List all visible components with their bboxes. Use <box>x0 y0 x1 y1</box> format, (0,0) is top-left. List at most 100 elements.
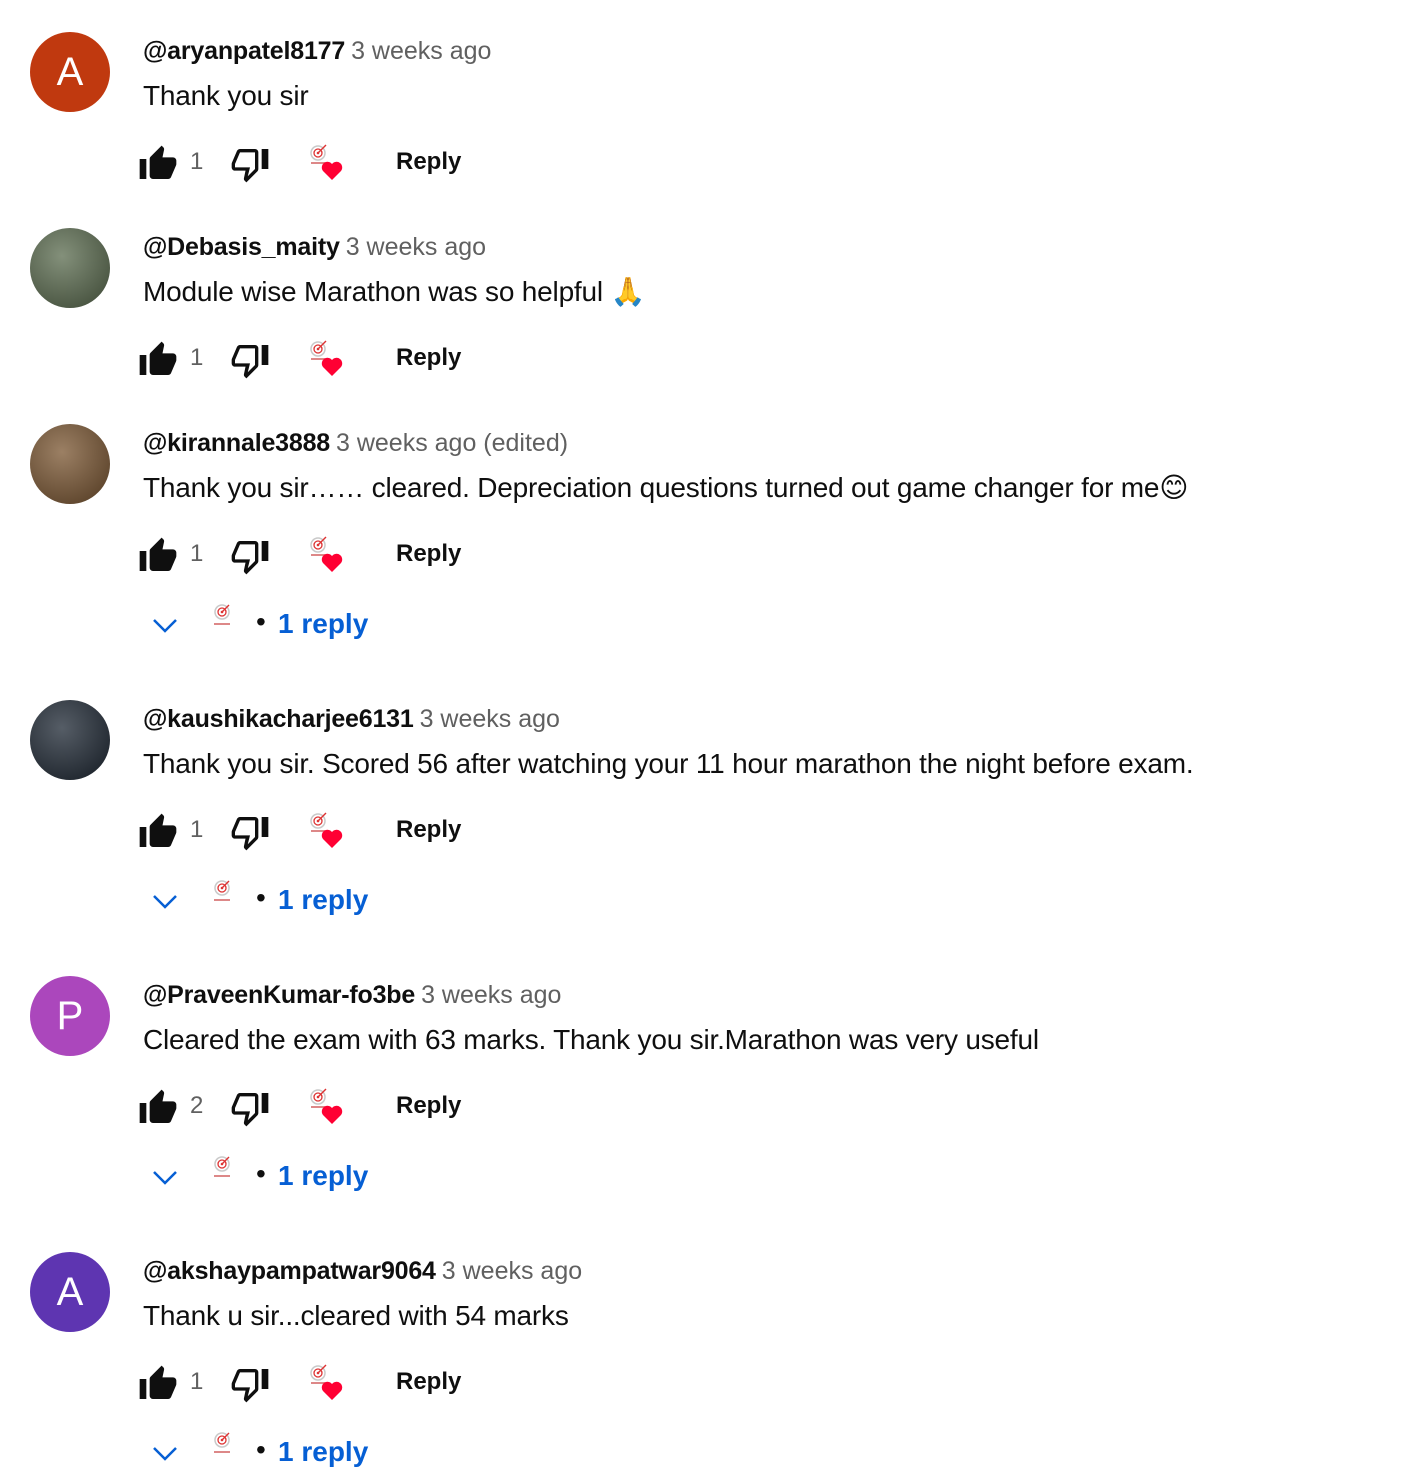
thumbs-up-icon <box>139 1365 177 1399</box>
comment-text: Cleared the exam with 63 marks. Thank yo… <box>143 1024 1039 1055</box>
like-count: 1 <box>190 1368 204 1395</box>
dislike-button[interactable] <box>230 1088 270 1128</box>
avatar[interactable]: P <box>30 976 110 1056</box>
creator-heart-badge <box>306 534 350 578</box>
avatar[interactable] <box>30 424 110 504</box>
chevron-down-icon[interactable] <box>150 886 180 916</box>
thumbs-down-icon <box>231 1093 269 1127</box>
creator-heart-badge <box>306 338 350 382</box>
creator-avatar-icon <box>214 1156 230 1177</box>
reply-count-link[interactable]: 1 reply <box>278 1436 368 1468</box>
avatar[interactable]: A <box>30 32 110 112</box>
thumbs-up-icon <box>139 537 177 571</box>
creator-avatar-icon <box>214 1432 230 1453</box>
comment-time[interactable]: 3 weeks ago (edited) <box>336 429 568 457</box>
comment-time[interactable]: 3 weeks ago <box>346 233 486 261</box>
view-replies-row[interactable]: • 1 reply <box>150 1428 450 1476</box>
reply-button[interactable]: Reply <box>396 816 461 844</box>
thumbs-up-icon <box>139 1089 177 1123</box>
comment-time[interactable]: 3 weeks ago <box>421 981 561 1009</box>
comment-author[interactable]: @Debasis_maity <box>143 233 340 261</box>
comment-author[interactable]: @akshaypampatwar9064 <box>143 1257 436 1285</box>
comment-text: Thank u sir...cleared with 54 marks <box>143 1300 569 1331</box>
like-button[interactable] <box>138 1364 178 1404</box>
like-button[interactable] <box>138 812 178 852</box>
like-button[interactable] <box>138 144 178 184</box>
creator-heart-badge <box>306 810 350 854</box>
comment-header: @Debasis_maity 3 weeks ago <box>143 232 486 262</box>
reply-button[interactable]: Reply <box>396 148 461 176</box>
like-button[interactable] <box>138 1088 178 1128</box>
creator-heart-icon <box>310 340 343 376</box>
like-button[interactable] <box>138 536 178 576</box>
separator-dot: • <box>256 882 266 913</box>
comment-action-bar: 1 Reply <box>138 140 538 188</box>
thumbs-down-icon <box>231 149 269 183</box>
avatar[interactable] <box>30 228 110 308</box>
comment-time[interactable]: 3 weeks ago <box>351 37 491 65</box>
dislike-button[interactable] <box>230 1364 270 1404</box>
thumbs-up-icon <box>139 145 177 179</box>
comment-action-bar: 1 Reply <box>138 336 538 384</box>
comment-author[interactable]: @kirannale3888 <box>143 429 330 457</box>
view-replies-row[interactable]: • 1 reply <box>150 876 450 924</box>
creator-heart-icon <box>310 1364 343 1400</box>
comment-text: Thank you sir…… cleared. Depreciation qu… <box>143 472 1189 503</box>
creator-heart-icon <box>310 144 343 180</box>
separator-dot: • <box>256 1158 266 1189</box>
comment-action-bar: 1 Reply <box>138 1360 538 1408</box>
reply-count-link[interactable]: 1 reply <box>278 1160 368 1192</box>
like-button[interactable] <box>138 340 178 380</box>
comment-author[interactable]: @PraveenKumar-fo3be <box>143 981 415 1009</box>
comment-header: @kaushikacharjee6131 3 weeks ago <box>143 704 560 734</box>
like-count: 1 <box>190 148 204 175</box>
creator-heart-icon <box>310 1088 343 1124</box>
thumbs-down-icon <box>231 345 269 379</box>
creator-avatar-icon <box>214 880 230 901</box>
view-replies-row[interactable]: • 1 reply <box>150 600 450 648</box>
comment-header: @PraveenKumar-fo3be 3 weeks ago <box>143 980 561 1010</box>
like-count: 2 <box>190 1092 204 1119</box>
comment-action-bar: 1 Reply <box>138 808 538 856</box>
avatar-letter: P <box>56 993 84 1038</box>
avatar[interactable]: A <box>30 1252 110 1332</box>
reply-button[interactable]: Reply <box>396 344 461 372</box>
view-replies-row[interactable]: • 1 reply <box>150 1152 450 1200</box>
separator-dot: • <box>256 606 266 637</box>
comment-text: Thank you sir. Scored 56 after watching … <box>143 748 1194 779</box>
thumbs-up-icon <box>139 341 177 375</box>
reply-count-link[interactable]: 1 reply <box>278 608 368 640</box>
comment-text: Module wise Marathon was so helpful 🙏 <box>143 276 646 307</box>
comment-time[interactable]: 3 weeks ago <box>420 705 560 733</box>
comment-action-bar: 2 Reply <box>138 1084 538 1132</box>
thumbs-down-icon <box>231 817 269 851</box>
creator-heart-icon <box>310 812 343 848</box>
comment-author[interactable]: @kaushikacharjee6131 <box>143 705 414 733</box>
dislike-button[interactable] <box>230 536 270 576</box>
avatar[interactable] <box>30 700 110 780</box>
chevron-down-icon[interactable] <box>150 610 180 640</box>
reply-button[interactable]: Reply <box>396 540 461 568</box>
like-count: 1 <box>190 344 204 371</box>
comment-header: @aryanpatel8177 3 weeks ago <box>143 36 491 66</box>
chevron-down-icon[interactable] <box>150 1162 180 1192</box>
separator-dot: • <box>256 1434 266 1465</box>
comment-author[interactable]: @aryanpatel8177 <box>143 37 345 65</box>
reply-button[interactable]: Reply <box>396 1092 461 1120</box>
reply-count-link[interactable]: 1 reply <box>278 884 368 916</box>
dislike-button[interactable] <box>230 812 270 852</box>
like-count: 1 <box>190 816 204 843</box>
reply-button[interactable]: Reply <box>396 1368 461 1396</box>
creator-avatar-icon <box>214 604 230 625</box>
creator-heart-badge <box>306 1086 350 1130</box>
comment-time[interactable]: 3 weeks ago <box>442 1257 582 1285</box>
dislike-button[interactable] <box>230 340 270 380</box>
comment-header: @kirannale3888 3 weeks ago (edited) <box>143 428 568 458</box>
comment-header: @akshaypampatwar9064 3 weeks ago <box>143 1256 582 1286</box>
avatar-letter: A <box>56 1269 84 1314</box>
dislike-button[interactable] <box>230 144 270 184</box>
comment-action-bar: 1 Reply <box>138 532 538 580</box>
chevron-down-icon[interactable] <box>150 1438 180 1468</box>
creator-heart-icon <box>310 536 343 572</box>
creator-heart-badge <box>306 1362 350 1406</box>
